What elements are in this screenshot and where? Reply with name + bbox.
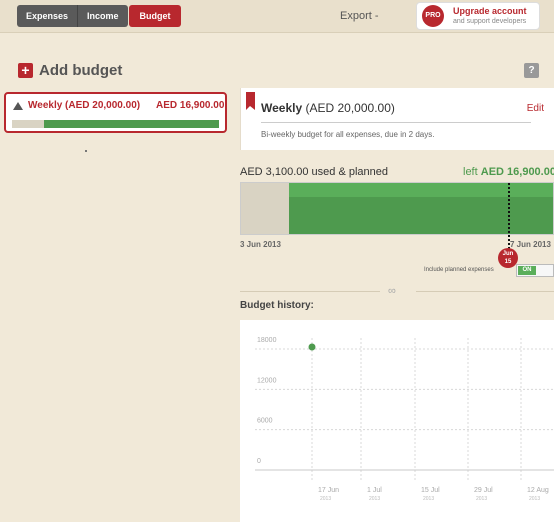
budget-detail-title: Weekly (AED 20,000.00) xyxy=(261,101,395,115)
used-planned-label: AED 3,100.00 used & planned xyxy=(240,166,389,178)
today-day: 15 xyxy=(504,259,512,265)
y-tick-label: 18000 xyxy=(257,337,277,344)
tab-expenses[interactable]: Expenses xyxy=(17,5,79,27)
today-marker-pin: Jun 15 xyxy=(498,248,518,268)
today-month: Jun xyxy=(502,251,514,257)
progress-remaining xyxy=(289,183,553,234)
history-title: Budget history: xyxy=(240,300,314,311)
section-switcher: Expenses Income xyxy=(17,5,128,27)
x-tick-label: 17 Jun xyxy=(318,487,339,494)
budget-history-chart: 18000 12000 6000 0 17 Jun 2013 1 Jul 2013 15 Jul… xyxy=(240,320,554,522)
include-planned-label: Include planned expenses xyxy=(424,267,494,273)
add-budget-label: Add budget xyxy=(39,62,123,79)
x-tick-year-label: 2013 xyxy=(320,496,331,502)
collapse-triangle-icon[interactable] xyxy=(13,102,23,110)
x-tick-year-label: 2013 xyxy=(369,496,380,502)
section-divider-left xyxy=(240,291,380,292)
x-tick-year-label: 2013 xyxy=(476,496,487,502)
history-chart-svg: 18000 12000 6000 0 17 Jun 2013 1 Jul 2013 15 Jul… xyxy=(255,337,554,502)
divider-dot xyxy=(85,150,87,152)
upgrade-account-button[interactable]: PRO Upgrade account and support develope… xyxy=(416,2,540,30)
tab-budget[interactable]: Budget xyxy=(129,5,181,27)
top-bar: Expenses Income Budget Export - PRO Upgr… xyxy=(0,0,554,33)
budget-item-progress xyxy=(12,120,219,128)
budget-description: Bi-weekly budget for all expenses, due i… xyxy=(261,130,435,139)
period-start-date: 3 Jun 2013 xyxy=(240,240,281,249)
plus-icon: + xyxy=(18,63,33,78)
edit-link[interactable]: Edit xyxy=(527,103,544,114)
budget-item-title: Weekly (AED 20,000.00) xyxy=(28,100,141,111)
left-amount: AED 16,900.00 xyxy=(480,166,554,178)
left-prefix: left xyxy=(463,166,478,178)
x-tick-label: 12 Aug xyxy=(527,487,549,494)
x-tick-label: 15 Jul xyxy=(421,487,440,494)
add-budget-button[interactable]: + Add budget xyxy=(18,62,122,79)
header-divider xyxy=(261,122,531,123)
y-tick-label: 6000 xyxy=(257,418,273,425)
include-planned-toggle[interactable]: ON xyxy=(516,264,554,277)
budget-list-item-weekly[interactable]: Weekly (AED 20,000.00) AED 16,900.00 xyxy=(4,92,227,133)
toggle-on-label: ON xyxy=(518,266,536,275)
budget-progress-bar xyxy=(240,182,554,235)
x-tick-year-label: 2013 xyxy=(529,496,540,502)
budget-detail-header: Weekly (AED 20,000.00) Edit Bi-weekly bu… xyxy=(240,88,554,150)
progress-used xyxy=(241,183,290,234)
budget-name: Weekly xyxy=(261,101,303,115)
upgrade-subtitle: and support developers xyxy=(453,18,527,25)
y-tick-label: 12000 xyxy=(257,377,277,384)
link-icon: ∞ xyxy=(388,285,396,297)
progress-remaining xyxy=(44,120,219,128)
upgrade-title: Upgrade account xyxy=(453,6,527,16)
y-tick-label: 0 xyxy=(257,458,261,465)
progress-used xyxy=(12,120,45,128)
help-icon[interactable]: ? xyxy=(524,63,539,78)
left-amount-label: left AED 16,900.00 xyxy=(463,166,554,178)
export-menu[interactable]: Export - xyxy=(340,10,379,22)
budget-item-amount: AED 16,900.00 xyxy=(156,100,225,111)
x-tick-label: 1 Jul xyxy=(367,487,382,494)
bookmark-ribbon-icon xyxy=(246,92,255,110)
x-tick-label: 29 Jul xyxy=(474,487,493,494)
budget-total: (AED 20,000.00) xyxy=(305,101,395,115)
section-divider-right xyxy=(416,291,554,292)
x-tick-year-label: 2013 xyxy=(423,496,434,502)
history-data-point xyxy=(308,343,316,351)
pro-seal-icon: PRO xyxy=(422,5,444,27)
tab-income[interactable]: Income xyxy=(78,5,128,27)
period-end-date: 7 Jun 2013 xyxy=(510,240,551,249)
